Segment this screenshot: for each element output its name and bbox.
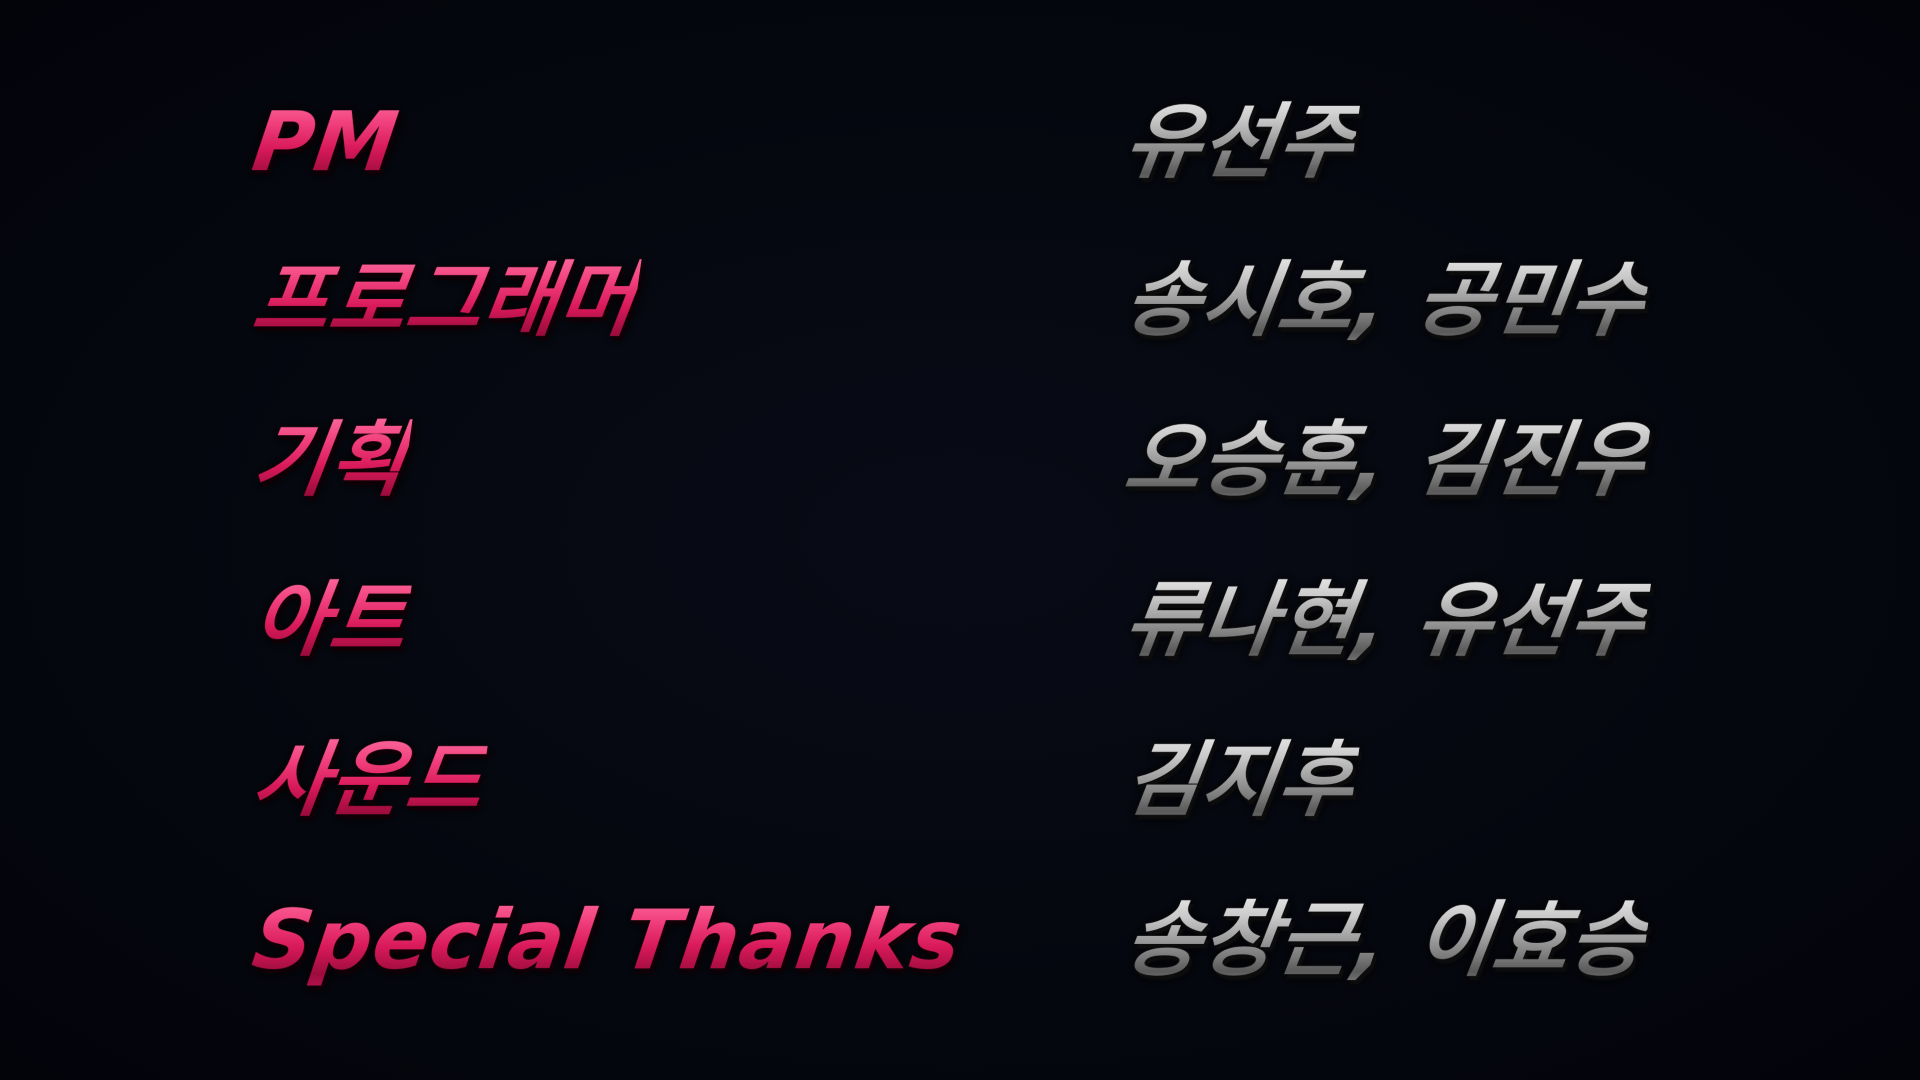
credit-names: 오승훈, 김진우 bbox=[1118, 406, 1654, 516]
credit-row-sound: 사운드 김지후 bbox=[0, 726, 1920, 846]
credit-role: 사운드 bbox=[246, 726, 491, 836]
credit-role: PM bbox=[246, 88, 405, 198]
credits-screen: PM 유선주 프로그래머 송시호, 공민수 기획 오승훈, 김진우 아트 류나현… bbox=[0, 0, 1920, 1080]
credit-role: 아트 bbox=[246, 566, 414, 676]
credit-role: 기획 bbox=[246, 406, 414, 516]
credit-row-planning: 기획 오승훈, 김진우 bbox=[0, 406, 1920, 526]
credit-row-art: 아트 류나현, 유선주 bbox=[0, 566, 1920, 686]
credit-role: Special Thanks bbox=[246, 886, 969, 996]
credit-row-special-thanks: Special Thanks 송창근, 이효승 bbox=[0, 886, 1920, 1006]
credit-names: 유선주 bbox=[1118, 88, 1363, 198]
credit-row-programmer: 프로그래머 송시호, 공민수 bbox=[0, 246, 1920, 366]
credit-row-pm: PM 유선주 bbox=[0, 88, 1920, 208]
credit-names: 송창근, 이효승 bbox=[1118, 886, 1654, 996]
credit-names: 김지후 bbox=[1118, 726, 1363, 836]
credits-list: PM 유선주 프로그래머 송시호, 공민수 기획 오승훈, 김진우 아트 류나현… bbox=[0, 0, 1920, 1080]
credit-role: 프로그래머 bbox=[246, 246, 644, 356]
credit-names: 류나현, 유선주 bbox=[1118, 566, 1654, 676]
credit-names: 송시호, 공민수 bbox=[1118, 246, 1654, 356]
